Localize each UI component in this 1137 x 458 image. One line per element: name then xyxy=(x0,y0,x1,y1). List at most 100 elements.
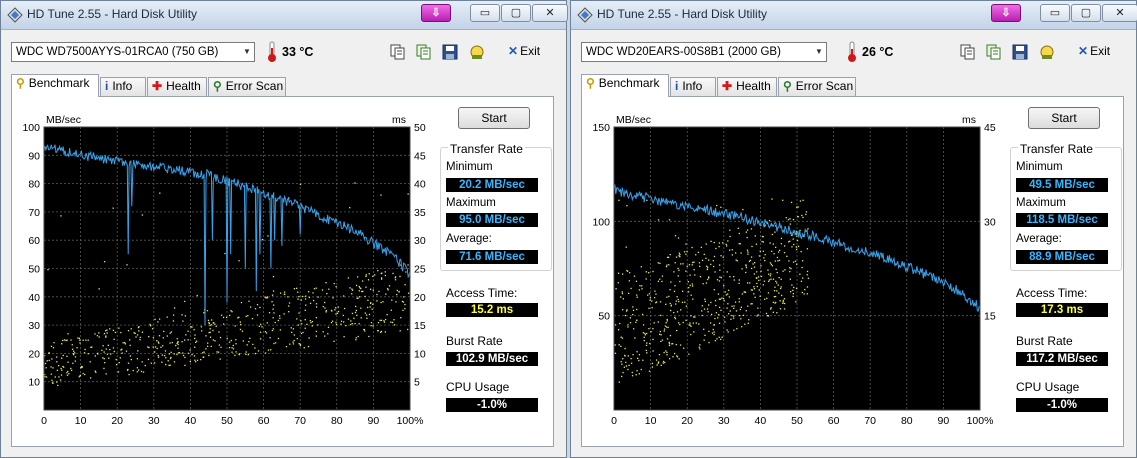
access-time-point xyxy=(636,351,638,353)
access-time-point xyxy=(649,342,651,345)
access-time-point xyxy=(333,340,335,343)
access-time-point xyxy=(238,353,241,355)
access-time-point xyxy=(380,301,382,304)
access-time-point xyxy=(210,345,212,348)
access-time-point xyxy=(701,259,704,261)
minimize-button[interactable]: ▭ xyxy=(470,4,500,22)
access-time-point xyxy=(209,324,211,327)
access-time-point xyxy=(247,353,249,356)
copy-all-icon[interactable] xyxy=(415,43,433,61)
access-time-point xyxy=(733,329,735,331)
access-time-point xyxy=(778,249,781,251)
tab-info[interactable]: i Info xyxy=(670,77,716,96)
save-icon[interactable] xyxy=(441,43,459,61)
start-button[interactable]: Start xyxy=(1028,107,1100,129)
access-time-point xyxy=(797,206,799,208)
maximum-value: 118.5 MB/sec xyxy=(1016,213,1108,227)
access-time-point xyxy=(710,240,712,242)
y-tick-label: 90 xyxy=(28,150,40,162)
access-time-point xyxy=(670,305,672,307)
access-time-point xyxy=(56,369,59,372)
access-time-point xyxy=(760,270,762,272)
y-tick-label: 100 xyxy=(592,216,610,228)
tab-error-scan[interactable]: ⚲ Error Scan xyxy=(778,77,856,96)
title-bar[interactable]: HD Tune 2.55 - Hard Disk Utility ⇩ ▭ ▢ ✕ xyxy=(571,1,1137,30)
drive-select[interactable]: WDC WD20EARS-00S8B1 (2000 GB) ▼ xyxy=(581,42,827,62)
copy-icon[interactable] xyxy=(389,43,407,61)
access-time-point xyxy=(730,318,732,321)
minimize-button[interactable]: ▭ xyxy=(1040,4,1070,22)
access-time-point xyxy=(162,345,164,347)
access-time-point xyxy=(621,273,624,275)
close-button[interactable]: ✕ xyxy=(532,4,568,22)
access-time-point xyxy=(407,328,409,331)
access-time-point xyxy=(190,326,192,328)
access-time-point xyxy=(399,275,401,278)
access-time-point xyxy=(128,373,130,376)
access-time-point xyxy=(103,351,105,353)
access-time-point xyxy=(127,368,129,371)
pink-arrow-button[interactable]: ⇩ xyxy=(421,4,451,22)
access-time-point xyxy=(48,352,50,355)
access-time-point xyxy=(655,301,658,303)
access-time-point xyxy=(790,291,792,293)
access-time-point xyxy=(641,313,644,316)
access-time-point xyxy=(256,303,259,306)
access-time-point xyxy=(157,356,160,358)
access-time-point xyxy=(662,360,665,363)
access-time-point xyxy=(716,279,719,281)
access-time-point xyxy=(311,325,313,327)
y2-tick-label: 45 xyxy=(984,122,996,134)
access-time-point xyxy=(369,306,371,308)
access-time-point xyxy=(704,334,706,336)
start-button[interactable]: Start xyxy=(458,107,530,129)
tab-health[interactable]: ✚ Health xyxy=(147,77,207,96)
drive-select[interactable]: WDC WD7500AYYS-01RCA0 (750 GB) ▼ xyxy=(11,42,255,62)
access-time-point xyxy=(710,313,713,316)
access-time-point xyxy=(670,281,672,283)
exit-button[interactable]: ✕ Exit xyxy=(1078,44,1110,58)
access-time-point xyxy=(368,313,371,316)
access-time-point xyxy=(685,243,687,245)
access-time-point xyxy=(747,322,749,324)
access-time-point xyxy=(800,280,803,283)
access-time-point xyxy=(789,218,791,220)
access-time-point xyxy=(368,273,370,275)
tab-benchmark[interactable]: ⚲ Benchmark xyxy=(581,74,669,97)
y-tick-label: 30 xyxy=(28,320,40,332)
x-tick-label: 40 xyxy=(185,415,197,427)
app-icon xyxy=(7,7,23,23)
access-time-point xyxy=(632,354,634,356)
access-time-point xyxy=(772,278,775,280)
save-icon[interactable] xyxy=(1011,43,1029,61)
tab-error-scan[interactable]: ⚲ Error Scan xyxy=(208,77,286,96)
access-time-point xyxy=(164,350,167,352)
access-time-point xyxy=(694,316,696,318)
access-time-point xyxy=(390,309,392,311)
tab-health[interactable]: ✚ Health xyxy=(717,77,777,96)
tab-benchmark[interactable]: ⚲ Benchmark xyxy=(11,74,99,97)
screenshot-icon[interactable] xyxy=(468,43,486,61)
exit-button[interactable]: ✕ Exit xyxy=(508,44,540,58)
access-time-point xyxy=(62,354,64,357)
y-tick-label: 70 xyxy=(28,207,40,219)
screenshot-icon[interactable] xyxy=(1038,43,1056,61)
access-time-point xyxy=(313,288,316,290)
tab-info[interactable]: i Info xyxy=(100,77,146,96)
title-bar[interactable]: HD Tune 2.55 - Hard Disk Utility ⇩ ▭ ▢ ✕ xyxy=(1,1,568,30)
pink-arrow-button[interactable]: ⇩ xyxy=(991,4,1021,22)
access-time-point xyxy=(312,292,314,294)
access-time-point xyxy=(635,374,637,376)
access-time-point xyxy=(740,318,742,320)
access-time-point xyxy=(94,333,96,335)
access-time-point xyxy=(670,309,672,312)
access-time-point xyxy=(746,236,748,239)
access-time-point xyxy=(133,332,135,334)
close-button[interactable]: ✕ xyxy=(1102,4,1137,22)
copy-all-icon[interactable] xyxy=(985,43,1003,61)
access-time-point xyxy=(325,309,328,312)
maximize-button[interactable]: ▢ xyxy=(1071,4,1101,22)
copy-icon[interactable] xyxy=(959,43,977,61)
maximize-button[interactable]: ▢ xyxy=(501,4,531,22)
access-time-point xyxy=(158,335,161,337)
